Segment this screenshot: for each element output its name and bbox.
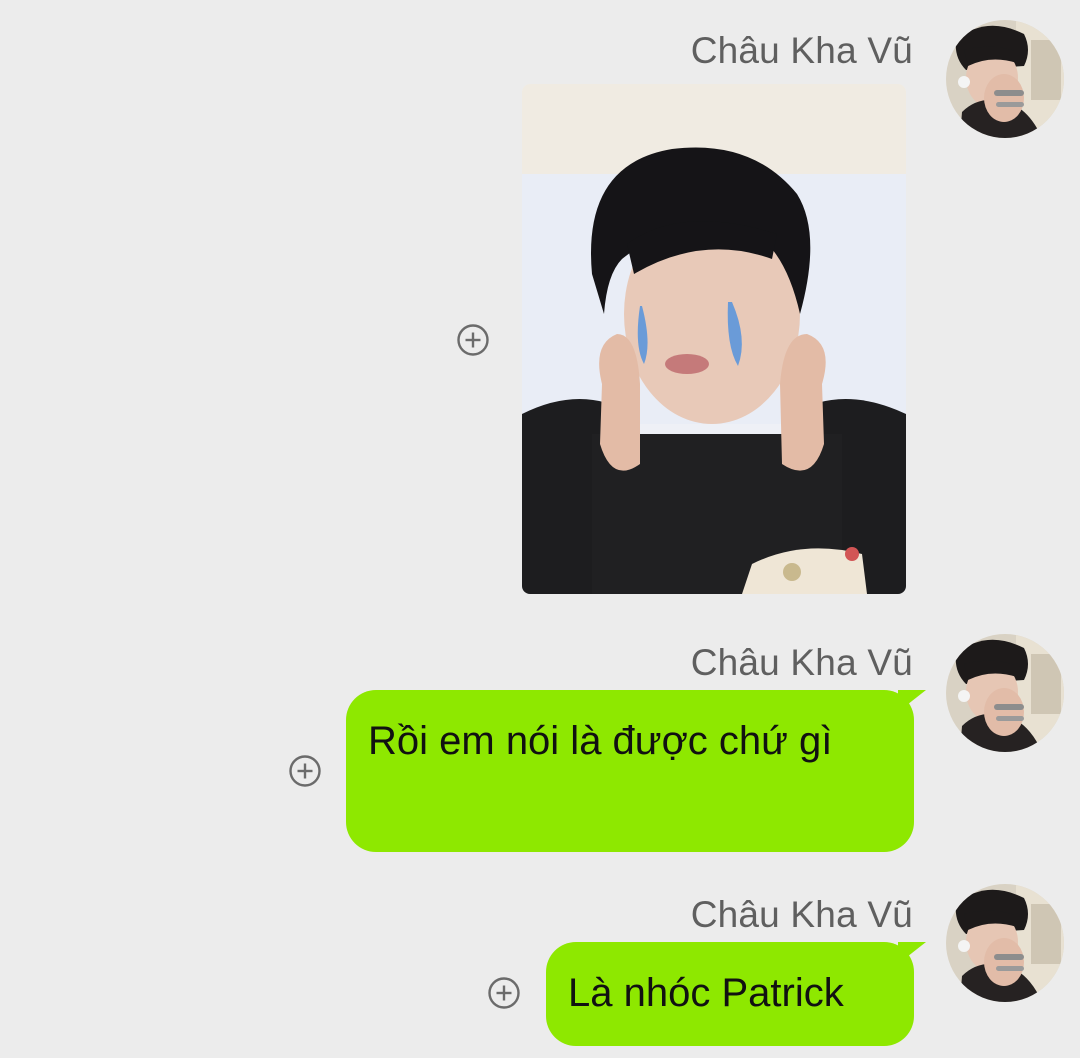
message-image: Châu Kha Vũ xyxy=(0,0,1080,600)
plus-circle-icon[interactable] xyxy=(288,754,322,788)
person-avatar-icon[interactable] xyxy=(946,884,1064,1002)
person-avatar-icon[interactable] xyxy=(946,634,1064,752)
person-avatar-icon[interactable] xyxy=(946,20,1064,138)
message-text: Châu Kha Vũ Là nhóc Patrick xyxy=(0,872,1080,1058)
message-text: Châu Kha Vũ Rồi em nói là được chứ gì xyxy=(0,620,1080,860)
sticker-image[interactable] xyxy=(522,84,906,594)
chat-conversation: Châu Kha Vũ Châu Kha Vũ Rồi em nói là đư… xyxy=(0,0,1080,1058)
sender-name: Châu Kha Vũ xyxy=(690,894,913,935)
sender-name: Châu Kha Vũ xyxy=(690,30,913,71)
sender-name: Châu Kha Vũ xyxy=(690,642,913,683)
message-bubble[interactable]: Rồi em nói là được chứ gì xyxy=(346,690,926,852)
plus-circle-icon[interactable] xyxy=(456,323,490,357)
plus-circle-icon[interactable] xyxy=(487,976,521,1010)
message-bubble[interactable]: Là nhóc Patrick xyxy=(546,942,926,1046)
